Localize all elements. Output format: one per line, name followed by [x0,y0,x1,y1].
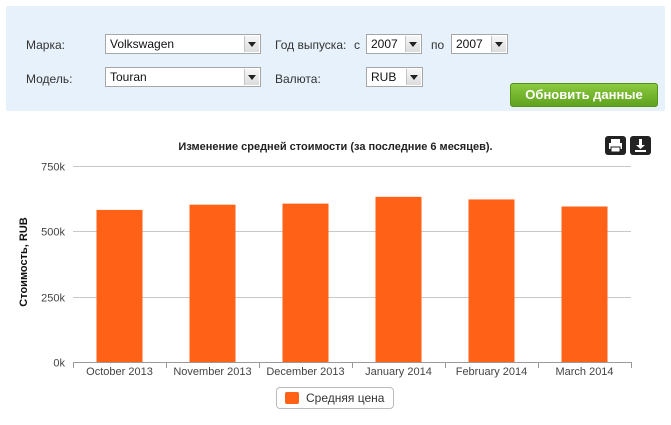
y-tick-label: 500k [41,227,65,239]
bar [189,204,236,362]
x-tick-label: March 2014 [555,366,613,378]
y-tick-label: 750k [41,162,65,174]
bar [561,206,608,362]
bar [468,199,515,362]
x-tick-label: January 2014 [365,366,432,378]
bar [96,209,143,362]
y-tick-label: 0k [53,358,65,370]
x-tick-label: November 2013 [173,366,251,378]
legend-item[interactable]: Средняя цена [276,387,394,409]
bar [375,196,422,362]
x-tick-label: December 2013 [266,366,344,378]
x-tick-label: February 2014 [456,366,528,378]
legend-label: Средняя цена [306,391,385,405]
bar [282,203,329,362]
bar-chart: 0k 250k 500k 750k October 2013 November 2013 D… [41,162,632,378]
legend-swatch [285,392,299,404]
y-tick-label: 250k [41,293,65,305]
x-tick-label: October 2013 [86,366,153,378]
